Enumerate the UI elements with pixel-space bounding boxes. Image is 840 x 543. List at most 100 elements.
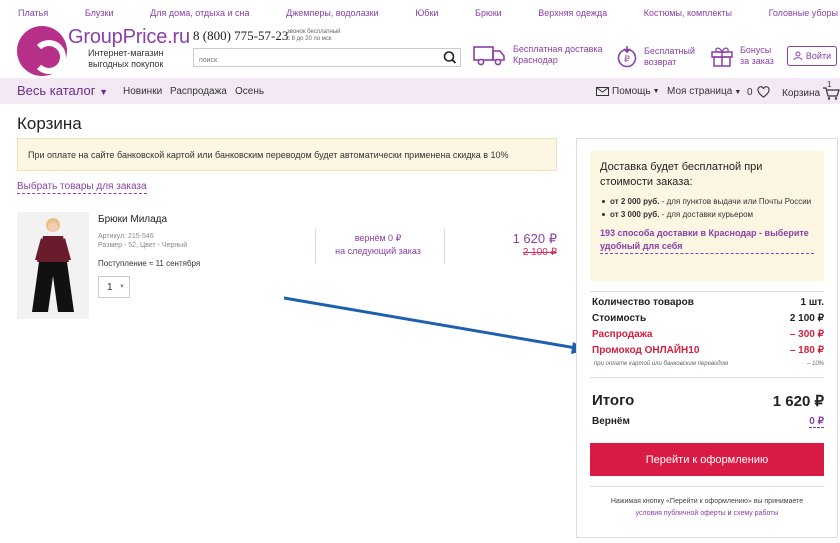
condition-amount: от 3 000 руб. [610,210,660,219]
chevron-down-icon: ▼ [734,89,742,96]
total-label: Итого [592,392,635,409]
row-value: – 300 ₽ [789,329,824,340]
row-value: – 180 ₽ [789,345,824,356]
search-button[interactable] [440,49,460,66]
page-title: Корзина [17,114,82,133]
return-row: Вернём 0 ₽ [592,416,824,428]
login-label: Войти [805,51,832,61]
legal-and: и [725,510,734,517]
svg-text:₽: ₽ [624,55,630,65]
mypage-label: Моя страница [667,86,733,97]
product-old-price: 2 100 ₽ [522,247,557,258]
logo-subtitle: Интернет-магазин выгодных покупок [88,48,164,70]
search-input[interactable] [194,52,434,69]
cashback-line1: вернём 0 ₽ [354,233,402,243]
summary-row-cost: Стоимость 2 100 ₽ [592,313,824,324]
topnav-item[interactable]: Для дома, отдыха и сна [150,8,249,18]
delivery-line2: Краснодар [513,55,558,65]
delivery-conditions: от 2 000 руб. - для пунктов выдачи или П… [600,195,814,221]
return-value[interactable]: 0 ₽ [809,416,824,428]
topnav-item[interactable]: Головные уборы [769,8,838,18]
free-return-feature[interactable]: ₽ Бесплатный возврат [616,44,695,70]
site-header: GroupPrice.ru Интернет-магазин выгодных … [0,24,840,78]
search-box [193,48,461,69]
quantity-select[interactable]: 1 ▼ [98,276,130,298]
logo-icon[interactable] [17,26,67,76]
choose-items-link[interactable]: Выбрать товары для заказа [17,181,147,194]
topnav-item[interactable]: Брюки [475,8,502,18]
delivery-info-box: Доставка будет бесплатной при стоимости … [590,151,824,281]
divider [315,229,316,264]
chevron-down-icon: ▼ [119,284,125,290]
mail-icon [596,87,609,96]
bonus-feature[interactable]: Бонусы за заказ [710,44,774,68]
delivery-line1: Бесплатная доставка [513,44,603,54]
cart-label: Корзина [782,87,821,99]
top-category-nav: Платья Блузки Для дома, отдыха и сна Дже… [0,0,840,26]
free-delivery-feature[interactable]: Бесплатная доставка Краснодар [473,44,603,66]
legal-text: Нажимая кнопку «Перейти к оформлению» вы… [610,498,804,505]
my-page-menu[interactable]: Моя страница ▼ [667,86,741,97]
favorites-count: 0 [747,86,753,98]
cashback-info: вернём 0 ₽ на следующий заказ [318,232,438,258]
divider [444,229,445,264]
divider [590,486,824,487]
gift-icon [711,47,733,67]
return-label: Вернём [592,416,630,427]
return-icon: ₽ [617,46,637,68]
row-value: – 10% [806,361,824,367]
legal-note: Нажимая кнопку «Перейти к оформлению» вы… [590,496,824,520]
nav-sale[interactable]: Распродажа [170,86,227,97]
divider [590,291,824,292]
nav-autumn[interactable]: Осень [235,86,264,97]
logo-sub-line2: выгодных покупок [88,59,164,69]
row-label: Промокод ОНЛАЙН10 [592,345,700,356]
card-discount-notice: При оплате на сайте банковской картой ил… [17,138,557,171]
condition-amount: от 2 000 руб. [610,197,660,206]
search-icon [443,51,457,64]
condition-text: - для доставки курьером [659,210,754,219]
nav-new[interactable]: Новинки [123,86,162,97]
delivery-options-link[interactable]: 193 способа доставки в Краснодар - выбер… [600,227,814,254]
phone-note: звонок бесплатный с 8 до 20 по мск [287,29,341,43]
logo-title[interactable]: GroupPrice.ru [68,26,190,49]
offer-terms-link[interactable]: условия публичной оферты [636,510,726,517]
card-discount-row: при оплате картой или банковским перевод… [594,361,824,367]
topnav-item[interactable]: Верхняя одежда [538,8,607,18]
summary-row-promo: Промокод ОНЛАЙН10 – 180 ₽ [592,345,824,356]
cart-link[interactable]: Корзина 1 [782,80,840,100]
row-label: Распродажа [592,329,653,340]
work-scheme-link[interactable]: схему работы [734,510,779,517]
row-label: Количество товаров [592,297,694,308]
row-value: 2 100 ₽ [789,313,824,324]
delivery-title: Доставка будет бесплатной при стоимости … [600,161,763,188]
product-arrival: Поступление ≈ 11 сентября [98,259,201,268]
topnav-item[interactable]: Блузки [85,8,114,18]
return-line1: Бесплатный [644,46,695,56]
checkout-button[interactable]: Перейти к оформлению [590,443,824,476]
user-icon [793,51,803,61]
phone-note-line2: с 8 до 20 по мск [287,36,332,42]
favorites-link[interactable]: 0 [747,86,770,98]
chevron-down-icon: ▼ [652,88,660,95]
topnav-item[interactable]: Костюмы, комплекты [644,8,732,18]
catalog-menu[interactable]: Весь каталог ▼ [17,83,108,98]
condition-text: - для пунктов выдачи или Почты России [659,197,812,206]
help-menu[interactable]: Помощь ▼ [596,86,660,97]
login-button[interactable]: Войти [787,46,837,66]
catalog-label: Весь каталог [17,83,96,98]
bonus-line1: Бонусы [740,45,772,55]
product-price: 1 620 ₽ [512,231,557,246]
bonus-line2: за заказ [740,56,774,66]
phone-number[interactable]: 8 (800) 775-57-23 [193,28,288,44]
topnav-item[interactable]: Юбки [415,8,438,18]
product-image[interactable] [17,212,89,319]
main-nav: Весь каталог ▼ Новинки Распродажа Осень … [0,78,840,104]
delivery-condition-item: от 3 000 руб. - для доставки курьером [600,208,814,221]
topnav-item[interactable]: Платья [18,8,48,18]
product-name[interactable]: Брюки Милада [98,214,167,225]
truck-icon [473,46,505,66]
divider [590,377,824,378]
help-label: Помощь [612,86,651,97]
topnav-item[interactable]: Джемперы, водолазки [286,8,378,18]
